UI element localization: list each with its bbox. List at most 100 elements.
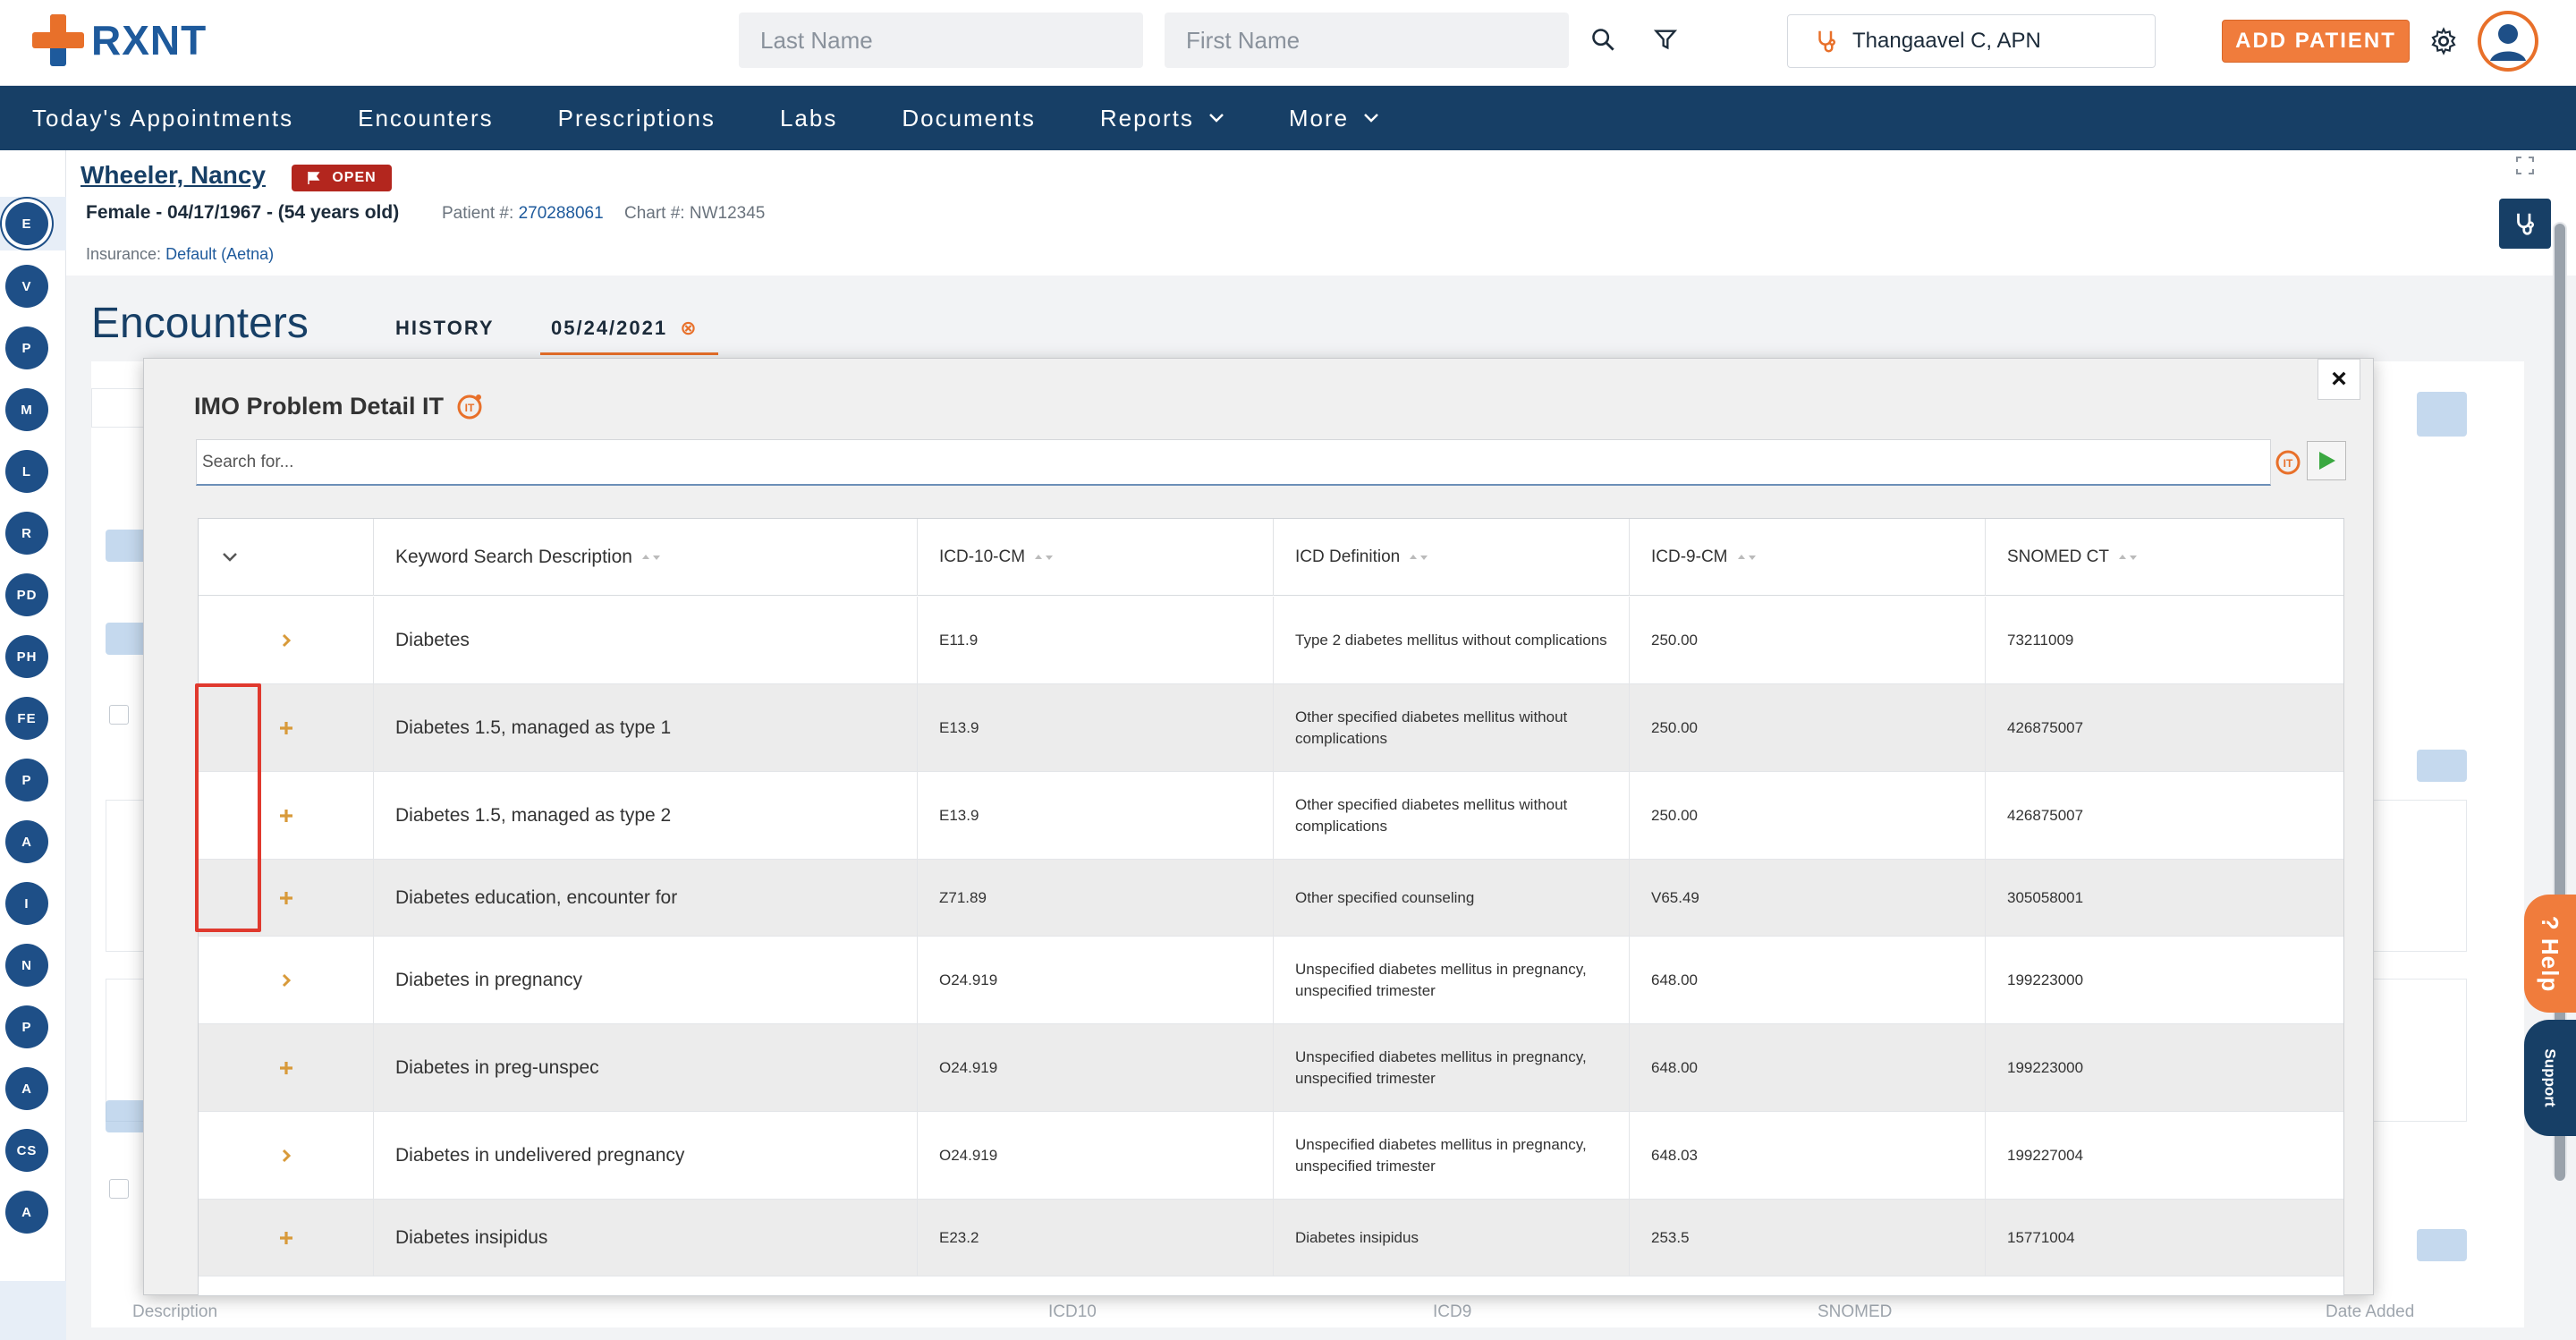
cell-icd10: E23.2 [918,1200,1274,1276]
rail-item-a3[interactable]: A [5,1191,48,1234]
tab-history[interactable]: HISTORY [395,317,495,340]
rail-item-v[interactable]: V [5,265,48,308]
row-toggle-button[interactable] [199,1200,374,1276]
cell-snomed: 15771004 [2007,1228,2075,1246]
footer-description: Description [132,1302,218,1321]
user-avatar[interactable] [2478,11,2538,72]
cell-icd10: E13.9 [918,772,1274,859]
imo-problem-modal: IMO Problem Detail IT IT × Search for...… [143,358,2374,1296]
nav-reports[interactable]: Reports [1100,105,1224,132]
rail-item-p2[interactable]: P [5,759,48,801]
rail-item-m[interactable]: M [5,388,48,431]
plus-icon [275,1056,298,1080]
rail-item-e[interactable]: E [5,202,48,245]
cell-definition: Other specified diabetes mellitus withou… [1274,684,1630,771]
table-row[interactable]: Diabetes in undelivered pregnancy O24.919… [199,1112,2343,1200]
svg-text:IT: IT [2284,457,2293,470]
nav-prescriptions[interactable]: Prescriptions [558,105,716,132]
expand-icon[interactable] [2515,156,2535,175]
column-keyword[interactable]: Keyword Search Description [374,519,918,596]
column-snomed[interactable]: SNOMED CT [1986,519,2343,596]
row-toggle-button[interactable] [199,1112,374,1199]
play-icon [2319,452,2335,470]
search-icon[interactable] [1585,21,1621,57]
rail-item-i[interactable]: I [5,882,48,925]
last-name-input[interactable]: Last Name [739,13,1143,68]
rail-item-fe[interactable]: FE [5,697,48,740]
footer-snomed: SNOMED [1818,1302,1893,1321]
imo-results-grid: Keyword Search Description ICD-10-CM ICD… [198,518,2344,1296]
cell-snomed: 199223000 [2007,1058,2084,1076]
cell-definition: Unspecified diabetes mellitus in pregnan… [1274,1024,1630,1111]
nav-labs[interactable]: Labs [780,105,837,132]
plus-icon [275,886,298,910]
problem-list-footer: Description ICD10 ICD9 SNOMED Date Added [66,1299,2535,1326]
search-go-button[interactable] [2307,441,2346,480]
modal-close-button[interactable]: × [2318,359,2360,400]
sort-icon [1410,555,1428,560]
cell-definition: Type 2 diabetes mellitus without complic… [1274,597,1630,683]
cell-keyword: Diabetes 1.5, managed as type 1 [374,684,918,771]
table-row[interactable]: Diabetes education, encounter for Z71.89 O… [199,860,2343,937]
imo-search-input[interactable]: Search for... [196,439,2271,486]
cell-definition: Other specified counseling [1274,860,1630,936]
clinical-tools-button[interactable] [2499,199,2551,249]
rail-item-ph[interactable]: PH [5,635,48,678]
cell-snomed: 426875007 [2007,806,2084,824]
tab-encounter-date[interactable]: 05/24/2021 ⊗ [540,317,718,355]
cell-snomed: 73211009 [2007,631,2074,649]
cell-keyword: Diabetes in preg-unspec [374,1024,918,1111]
cell-keyword: Diabetes 1.5, managed as type 2 [374,772,918,859]
expand-all-toggle[interactable] [199,519,374,596]
filter-icon[interactable] [1648,21,1683,57]
table-row[interactable]: Diabetes E11.9 Type 2 diabetes mellitus wi… [199,597,2343,684]
provider-selector[interactable]: Thangaavel C, APN [1787,14,2156,68]
table-row[interactable]: Diabetes in pregnancy O24.919 Unspecified … [199,937,2343,1024]
rail-item-r[interactable]: R [5,512,48,555]
rail-item-l[interactable]: L [5,450,48,493]
patient-number: Patient #: 270288061 [442,204,604,223]
column-definition[interactable]: ICD Definition [1274,519,1630,596]
patient-name-link[interactable]: Wheeler, Nancy [80,161,266,190]
patient-number-link[interactable]: 270288061 [519,204,604,223]
rail-item-a[interactable]: A [5,820,48,863]
help-button[interactable]: ? Help [2524,895,2576,1013]
row-toggle-button[interactable] [199,597,374,683]
cell-definition: Unspecified diabetes mellitus in pregnan… [1274,1112,1630,1199]
imo-search-icon[interactable]: IT [2273,446,2303,477]
table-row[interactable]: Diabetes 1.5, managed as type 1 E13.9 Othe… [199,684,2343,772]
nav-more[interactable]: More [1289,105,1379,132]
provider-name: Thangaavel C, APN [1852,29,2041,53]
rail-item-a2[interactable]: A [5,1067,48,1110]
row-toggle-button[interactable] [199,1024,374,1111]
table-row[interactable]: Diabetes 1.5, managed as type 2 E13.9 Othe… [199,772,2343,860]
support-button[interactable]: Support [2524,1020,2576,1136]
rail-item-p[interactable]: P [5,327,48,369]
close-circle-icon[interactable]: ⊗ [680,317,698,339]
footer-icd9: ICD9 [1433,1302,1472,1321]
user-silhouette-icon [2481,14,2535,68]
row-toggle-button[interactable] [199,937,374,1023]
rail-item-n[interactable]: N [5,944,48,987]
column-icd10[interactable]: ICD-10-CM [918,519,1274,596]
rail-item-pd[interactable]: PD [5,573,48,616]
column-icd9[interactable]: ICD-9-CM [1630,519,1986,596]
sort-icon [2119,555,2137,560]
logo-text: RXNT [91,17,208,64]
nav-todays-appointments[interactable]: Today's Appointments [32,105,293,132]
gear-icon[interactable] [2426,23,2462,59]
cell-icd9: 648.00 [1630,937,1986,1023]
first-name-input[interactable]: First Name [1165,13,1569,68]
nav-documents[interactable]: Documents [902,105,1036,132]
insurance-link[interactable]: Default (Aetna) [165,245,274,263]
table-row[interactable]: Diabetes in preg-unspec O24.919 Unspecifie… [199,1024,2343,1112]
nav-encounters[interactable]: Encounters [358,105,494,132]
rail-bottom-panel [0,1281,66,1340]
rxnt-logo[interactable]: RXNT [32,13,207,68]
rail-item-cs[interactable]: CS [5,1129,48,1172]
rail-item-p3[interactable]: P [5,1005,48,1048]
add-patient-button[interactable]: ADD PATIENT [2222,20,2410,63]
table-row[interactable]: Diabetes insipidus E23.2 Diabetes insipidu… [199,1200,2343,1276]
cell-keyword: Diabetes insipidus [374,1200,918,1276]
chart-number: Chart #: NW12345 [624,204,766,223]
